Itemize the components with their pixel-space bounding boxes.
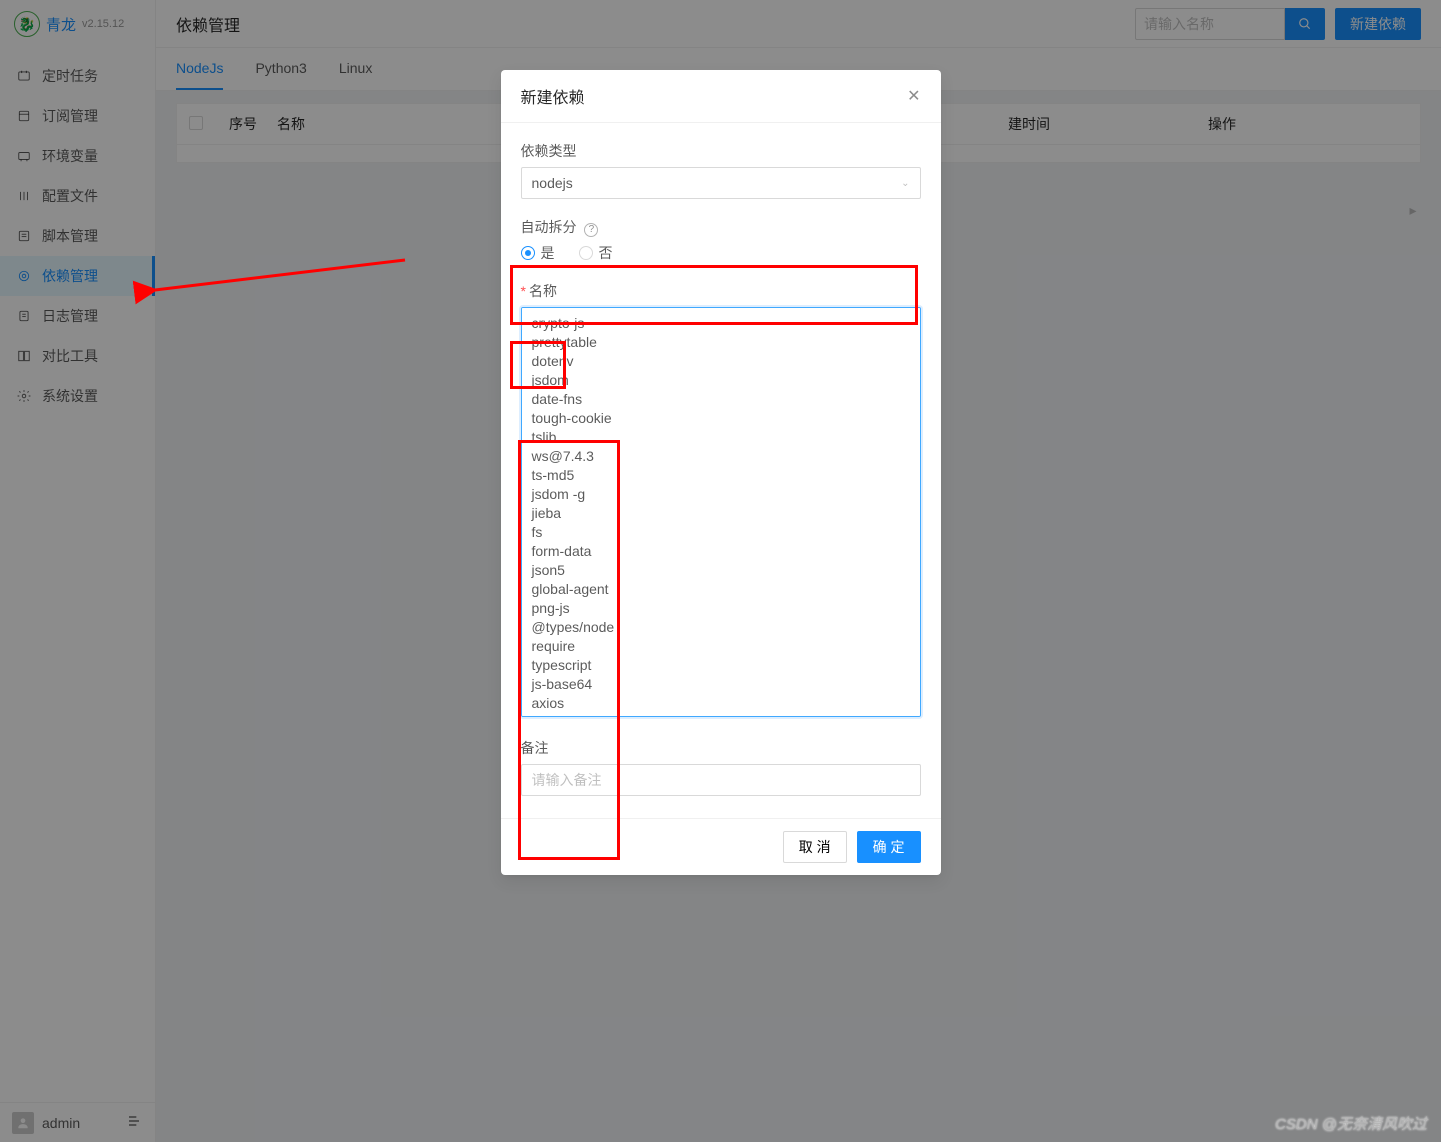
remark-input[interactable]: 请输入备注 [521,764,921,796]
name-textarea[interactable] [521,307,921,717]
radio-yes[interactable]: 是 [521,243,555,263]
create-dependency-modal: 新建依赖 ✕ 依赖类型 nodejs ⌄ 自动拆分 ? 是 否 [501,70,941,875]
name-field: *名称 [521,281,921,720]
modal-footer: 取 消 确 定 [501,818,941,875]
modal-header: 新建依赖 ✕ [501,70,941,123]
modal-body: 依赖类型 nodejs ⌄ 自动拆分 ? 是 否 [501,123,941,818]
remark-label: 备注 [521,738,921,758]
watermark: CSDN @无奈清风吹过 [1275,1113,1427,1134]
help-icon[interactable]: ? [584,223,598,237]
type-label: 依赖类型 [521,141,921,161]
radio-dot-icon [579,246,593,260]
dependency-type-field: 依赖类型 nodejs ⌄ [521,141,921,199]
split-radio-group: 是 否 [521,243,921,263]
chevron-down-icon: ⌄ [901,178,909,189]
close-icon[interactable]: ✕ [907,86,920,106]
dependency-type-select[interactable]: nodejs ⌄ [521,167,921,199]
radio-no[interactable]: 否 [579,243,613,263]
cancel-button[interactable]: 取 消 [783,831,847,863]
split-label: 自动拆分 ? [521,217,921,237]
type-selected-value: nodejs [532,175,573,191]
ok-button[interactable]: 确 定 [857,831,921,863]
remark-field: 备注 请输入备注 [521,738,921,796]
radio-dot-icon [521,246,535,260]
auto-split-field: 自动拆分 ? 是 否 [521,217,921,263]
name-label: *名称 [521,281,921,301]
modal-title: 新建依赖 [521,84,585,108]
